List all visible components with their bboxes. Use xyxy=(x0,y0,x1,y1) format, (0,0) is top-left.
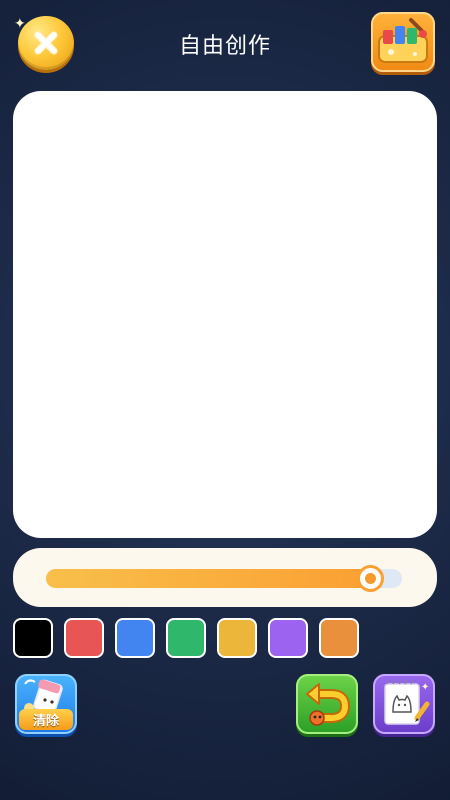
cat-sketchbook-icon: ✦ xyxy=(384,679,430,725)
brush-size-slider[interactable] xyxy=(46,565,402,592)
top-bar: ✦ 自由创作 xyxy=(0,0,450,88)
color-swatch[interactable] xyxy=(13,618,53,658)
drawing-canvas[interactable] xyxy=(13,91,437,538)
clear-button[interactable]: 清除 xyxy=(15,674,77,734)
svg-text:✦: ✦ xyxy=(421,682,429,693)
slider-fill xyxy=(46,569,370,588)
sketchbook-button[interactable]: ✦ xyxy=(373,674,435,734)
color-swatch[interactable] xyxy=(166,618,206,658)
color-palette xyxy=(13,618,359,658)
color-swatch[interactable] xyxy=(64,618,104,658)
color-swatch[interactable] xyxy=(115,618,155,658)
color-swatch[interactable] xyxy=(217,618,257,658)
clear-button-label: 清除 xyxy=(19,709,73,730)
color-swatch[interactable] xyxy=(268,618,308,658)
undo-button[interactable] xyxy=(296,674,358,734)
paint-box-icon xyxy=(378,18,428,63)
brush-size-panel xyxy=(13,548,437,607)
color-swatch[interactable] xyxy=(319,618,359,658)
slider-handle[interactable] xyxy=(356,565,384,592)
gallery-button[interactable] xyxy=(371,12,435,72)
undo-arrow-icon xyxy=(306,683,351,726)
